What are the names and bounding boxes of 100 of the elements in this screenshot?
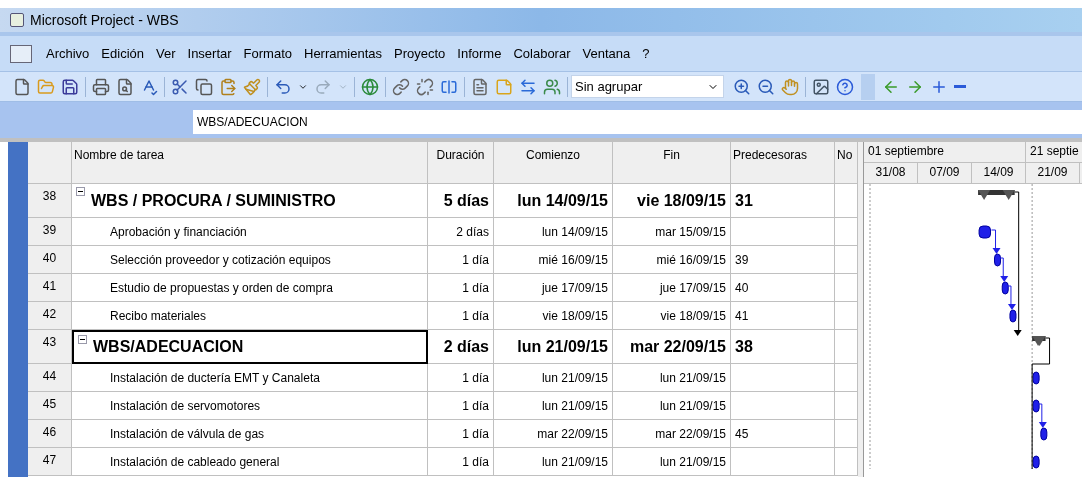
cell-text: 1 día bbox=[462, 279, 489, 297]
cell-text: 5 días bbox=[443, 190, 489, 211]
cell-text: lun 21/09/15 bbox=[659, 369, 726, 387]
task-info-icon bbox=[471, 77, 489, 96]
timescale-month: 21 septie bbox=[1026, 142, 1082, 162]
row-number[interactable]: 45 bbox=[28, 392, 72, 420]
menu-item[interactable]: Herramientas bbox=[298, 43, 389, 64]
cell-text: vie 18/09/15 bbox=[637, 190, 726, 211]
task-name: WBS / PROCURA / SUMINISTRO bbox=[91, 190, 336, 211]
menu-item[interactable]: Insertar bbox=[181, 43, 238, 64]
open-folder-icon bbox=[37, 77, 55, 96]
cell-text: lun 21/09/15 bbox=[517, 336, 608, 357]
task-bar[interactable] bbox=[994, 253, 1001, 267]
cell-text: mié 16/09/15 bbox=[656, 251, 726, 269]
timescale-week: 07/09 bbox=[918, 163, 972, 183]
cell-text: 1 día bbox=[462, 425, 489, 443]
menu-item[interactable]: Informe bbox=[451, 43, 508, 64]
menu-item[interactable]: Edición bbox=[95, 43, 150, 64]
collapse-icon[interactable] bbox=[76, 187, 85, 196]
cell-text: lun 21/09/15 bbox=[541, 369, 608, 387]
cell-text: lun 14/09/15 bbox=[517, 190, 608, 211]
cut-icon bbox=[171, 77, 189, 96]
row-number[interactable]: 41 bbox=[28, 274, 72, 302]
row-number[interactable]: 44 bbox=[28, 364, 72, 392]
cell-text: mar 22/09/15 bbox=[655, 425, 726, 443]
timescale-week: 21/09 bbox=[1026, 163, 1080, 183]
column-header[interactable]: Nombre de tarea bbox=[72, 142, 428, 184]
dependency-arrow bbox=[1037, 403, 1047, 428]
summary-bar[interactable] bbox=[1032, 336, 1046, 346]
globe-icon bbox=[361, 77, 379, 96]
task-name: Recibo materiales bbox=[110, 307, 207, 325]
cell-text: mar 22/09/15 bbox=[537, 425, 608, 443]
dependency-arrow bbox=[991, 229, 1001, 254]
row-number[interactable]: 39 bbox=[28, 218, 72, 246]
cell-text: 40 bbox=[735, 279, 749, 297]
cell-text: mar 15/09/15 bbox=[655, 223, 726, 241]
cell-text: jue 17/09/15 bbox=[541, 279, 608, 297]
menu-item[interactable]: Ver bbox=[150, 43, 182, 64]
task-name: WBS/ADECUACION bbox=[93, 337, 244, 357]
cell-text: vie 18/09/15 bbox=[660, 307, 726, 325]
splitter[interactable] bbox=[858, 142, 864, 477]
task-bar[interactable] bbox=[1032, 455, 1040, 469]
cell-text: 1 día bbox=[462, 307, 489, 325]
task-bar[interactable] bbox=[1032, 371, 1040, 385]
row-number[interactable]: 47 bbox=[28, 448, 72, 476]
app-icon bbox=[10, 13, 24, 27]
column-header[interactable]: Comienzo bbox=[494, 142, 613, 184]
cell-text: 2 días bbox=[443, 336, 489, 357]
cell-text: 31 bbox=[735, 190, 753, 211]
paste-icon bbox=[219, 77, 237, 96]
row-number[interactable]: 40 bbox=[28, 246, 72, 274]
menu-grip-icon bbox=[10, 44, 32, 63]
menu-item[interactable]: Ventana bbox=[576, 43, 637, 64]
unlink-icon bbox=[416, 77, 434, 96]
entry-field[interactable]: WBS/ADECUACION bbox=[193, 110, 1082, 134]
picture-icon bbox=[812, 77, 830, 96]
group-by-dropdown[interactable]: Sin agrupar bbox=[571, 75, 724, 98]
row-number[interactable]: 46 bbox=[28, 420, 72, 448]
print-preview-icon bbox=[116, 77, 134, 96]
menu-item[interactable]: Colaborar bbox=[507, 43, 577, 64]
task-name: Selección proveedor y cotización equipos bbox=[110, 251, 331, 269]
cell-text: lun 21/09/15 bbox=[659, 453, 726, 471]
task-bar[interactable] bbox=[978, 225, 991, 239]
menu-item[interactable]: Proyecto bbox=[388, 43, 452, 64]
collapse-icon[interactable] bbox=[78, 335, 87, 344]
help-icon bbox=[836, 77, 854, 96]
task-name: Instalación de servomotores bbox=[110, 397, 261, 415]
new-file-icon bbox=[13, 77, 31, 96]
cell-text: 38 bbox=[735, 336, 753, 357]
zoom-in-icon bbox=[733, 77, 751, 96]
timescale-week: 31/08 bbox=[864, 163, 918, 183]
undo-icon bbox=[274, 77, 292, 96]
dependency-arrow bbox=[998, 257, 1009, 282]
row-number[interactable]: 43 bbox=[28, 330, 72, 364]
column-header[interactable]: Predecesoras bbox=[731, 142, 835, 184]
cell-text: mié 16/09/15 bbox=[538, 251, 608, 269]
column-header[interactable]: Duración bbox=[428, 142, 494, 184]
menu-item[interactable]: ? bbox=[636, 43, 656, 64]
summary-bar[interactable] bbox=[978, 190, 1015, 200]
redo-icon bbox=[314, 77, 332, 96]
row-number[interactable]: 42 bbox=[28, 302, 72, 330]
format-painter-icon bbox=[243, 77, 261, 96]
assign-icon bbox=[519, 77, 537, 96]
cell-text: 1 día bbox=[462, 397, 489, 415]
link-icon bbox=[392, 77, 410, 96]
task-name: Instalación de cableado general bbox=[110, 453, 280, 471]
task-name: Instalación de ductería EMT y Canaleta bbox=[110, 369, 320, 387]
zoom-out-icon bbox=[757, 77, 775, 96]
menu-item[interactable]: Formato bbox=[237, 43, 298, 64]
timescale-month: 01 septiembre bbox=[864, 142, 1026, 162]
copy-icon bbox=[195, 77, 213, 96]
row-number[interactable]: 38 bbox=[28, 184, 72, 218]
column-header[interactable]: Fin bbox=[613, 142, 731, 184]
menu-item[interactable]: Archivo bbox=[40, 43, 96, 64]
task-name: Instalación de válvula de gas bbox=[110, 425, 265, 443]
cell-text: 45 bbox=[735, 425, 749, 443]
cell-text: jue 17/09/15 bbox=[659, 279, 726, 297]
task-bar[interactable] bbox=[1032, 399, 1040, 413]
cell-text: 39 bbox=[735, 251, 749, 269]
cell-text: lun 21/09/15 bbox=[659, 397, 726, 415]
